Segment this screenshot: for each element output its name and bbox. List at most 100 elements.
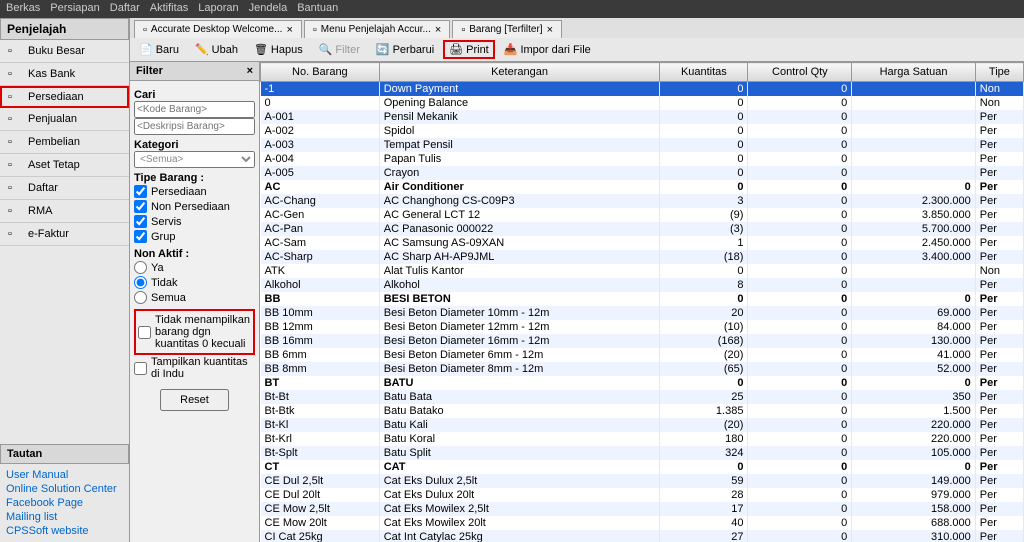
tipe-check[interactable] [134,230,147,243]
links-title: Tautan [0,444,129,464]
menu-daftar[interactable]: Daftar [110,2,140,16]
tab-close-icon[interactable]: × [286,24,292,36]
table-row[interactable]: AC-SamAC Samsung AS-09XAN102.450.000Per [261,236,1024,250]
table-row[interactable]: Bt-BtBatu Bata250350Per [261,390,1024,404]
table-row[interactable]: A-004Papan Tulis00Per [261,152,1024,166]
col-header[interactable]: Keterangan [379,63,660,82]
menubar: Berkas Persiapan Daftar Aktifitas Laporan Jen… [0,0,1024,18]
cari-label: Cari [134,89,255,101]
link-user-manual[interactable]: User Manual [6,468,123,482]
nonaktif-opts: YaTidakSemua [134,260,255,305]
sidebar: Penjelajah ▫Buku Besar▫Kas Bank▫Persedia… [0,18,130,542]
table-row[interactable]: ACAir Conditioner000Per [261,180,1024,194]
data-grid[interactable]: No. BarangKeteranganKuantitasControl Qty… [260,62,1024,542]
col-header[interactable]: Control Qty [748,63,852,82]
table-row[interactable]: AC-ChangAC Changhong CS-C09P3302.300.000… [261,194,1024,208]
tipe-check[interactable] [134,215,147,228]
nav-icon: ▫ [8,91,22,103]
tab[interactable]: ▫Menu Penjelajah Accur... × [304,20,450,38]
nav-icon: ▫ [8,205,22,217]
close-icon[interactable]: × [247,65,253,77]
table-row[interactable]: A-002Spidol00Per [261,124,1024,138]
menu-berkas[interactable]: Berkas [6,2,40,16]
menu-bantuan[interactable]: Bantuan [297,2,338,16]
table-row[interactable]: ATKAlat Tulis Kantor00Non [261,264,1024,278]
table-row[interactable]: BB 16mmBesi Beton Diameter 16mm - 12m(16… [261,334,1024,348]
link-facebook-page[interactable]: Facebook Page [6,496,123,510]
kode-input[interactable] [134,101,255,118]
link-cpssoft-website[interactable]: CPSSoft website [6,524,123,538]
tab-close-icon[interactable]: × [547,24,553,36]
tab-icon: ▫ [143,24,147,36]
nav-aset-tetap[interactable]: ▫Aset Tetap [0,154,129,177]
desc-input[interactable] [134,118,255,135]
tab[interactable]: ▫Barang [Terfilter] × [452,20,562,38]
nonaktif-radio[interactable] [134,261,147,274]
impor-button[interactable]: 📥 Impor dari File [497,40,598,59]
col-header[interactable]: Kuantitas [660,63,748,82]
table-row[interactable]: 0Opening Balance00Non [261,96,1024,110]
nonaktif-radio[interactable] [134,291,147,304]
table-row[interactable]: A-003Tempat Pensil00Per [261,138,1024,152]
hapus-button[interactable]: 🗑 Hapus [247,40,310,59]
link-mailing-list[interactable]: Mailing list [6,510,123,524]
table-row[interactable]: AC-PanAC Panasonic 000022(3)05.700.000Pe… [261,222,1024,236]
nav-persediaan[interactable]: ▫Persediaan [0,86,129,108]
menu-jendela[interactable]: Jendela [249,2,288,16]
tipe-check[interactable] [134,185,147,198]
table-row[interactable]: CE Dul 20ltCat Eks Dulux 20lt280979.000P… [261,488,1024,502]
table-row[interactable]: BB 12mmBesi Beton Diameter 12mm - 12m(10… [261,320,1024,334]
table-row[interactable]: AC-GenAC General LCT 12(9)03.850.000Per [261,208,1024,222]
table-row[interactable]: AC-SharpAC Sharp AH-AP9JML(18)03.400.000… [261,250,1024,264]
link-online-solution-center[interactable]: Online Solution Center [6,482,123,496]
nav-pembelian[interactable]: ▫Pembelian [0,131,129,154]
kategori-select[interactable]: <Semua> [134,151,255,168]
print-button[interactable]: 🖨 Print [443,40,495,59]
table-row[interactable]: Bt-KrlBatu Koral1800220.000Per [261,432,1024,446]
tab[interactable]: ▫Accurate Desktop Welcome... × [134,20,302,38]
nonaktif-radio[interactable] [134,276,147,289]
baru-button[interactable]: 📄 Baru [132,40,186,59]
nav-icon: ▫ [8,68,22,80]
table-row[interactable]: BTBATU000Per [261,376,1024,390]
table-row[interactable]: Bt-SpltBatu Split3240105.000Per [261,446,1024,460]
table-row[interactable]: CE Dul 2,5ltCat Eks Dulux 2,5lt590149.00… [261,474,1024,488]
table-row[interactable]: BB 6mmBesi Beton Diameter 6mm - 12m(20)0… [261,348,1024,362]
table-row[interactable]: -1Down Payment00Non [261,82,1024,97]
table-row[interactable]: Bt-BtkBatu Batako1.38501.500Per [261,404,1024,418]
table-row[interactable]: BBBESI BETON000Per [261,292,1024,306]
tabs: ▫Accurate Desktop Welcome... ×▫Menu Penj… [130,18,1024,38]
table-row[interactable]: CE Mow 2,5ltCat Eks Mowilex 2,5lt170158.… [261,502,1024,516]
tab-close-icon[interactable]: × [435,24,441,36]
col-header[interactable]: No. Barang [261,63,380,82]
table-row[interactable]: CI Cat 25kgCat Int Catylac 25kg270310.00… [261,530,1024,542]
table-row[interactable]: CE Mow 20ltCat Eks Mowilex 20lt400688.00… [261,516,1024,530]
perbarui-button[interactable]: 🔄 Perbarui [369,40,441,59]
col-header[interactable]: Tipe [975,63,1023,82]
nav-icon: ▫ [8,136,22,148]
nav-icon: ▫ [8,228,22,240]
menu-laporan[interactable]: Laporan [198,2,238,16]
menu-aktifitas[interactable]: Aktifitas [150,2,189,16]
hide-zero-check[interactable] [138,326,151,339]
ubah-button[interactable]: ✏️ Ubah [188,40,245,59]
show-indu-check[interactable] [134,362,147,375]
filter-button[interactable]: 🔍 Filter [312,40,367,59]
nav-rma[interactable]: ▫RMA [0,200,129,223]
table-row[interactable]: A-001Pensil Mekanik00Per [261,110,1024,124]
table-row[interactable]: CTCAT000Per [261,460,1024,474]
nav-kas-bank[interactable]: ▫Kas Bank [0,63,129,86]
table-row[interactable]: BB 8mmBesi Beton Diameter 8mm - 12m(65)0… [261,362,1024,376]
menu-persiapan[interactable]: Persiapan [50,2,100,16]
tipe-check[interactable] [134,200,147,213]
nav-penjualan[interactable]: ▫Penjualan [0,108,129,131]
table-row[interactable]: BB 10mmBesi Beton Diameter 10mm - 12m200… [261,306,1024,320]
nav-e-faktur[interactable]: ▫e-Faktur [0,223,129,246]
table-row[interactable]: A-005Crayon00Per [261,166,1024,180]
reset-button[interactable]: Reset [160,389,229,411]
col-header[interactable]: Harga Satuan [852,63,976,82]
table-row[interactable]: Bt-KlBatu Kali(20)0220.000Per [261,418,1024,432]
nav-buku-besar[interactable]: ▫Buku Besar [0,40,129,63]
nav-daftar[interactable]: ▫Daftar [0,177,129,200]
table-row[interactable]: AlkoholAlkohol80Per [261,278,1024,292]
